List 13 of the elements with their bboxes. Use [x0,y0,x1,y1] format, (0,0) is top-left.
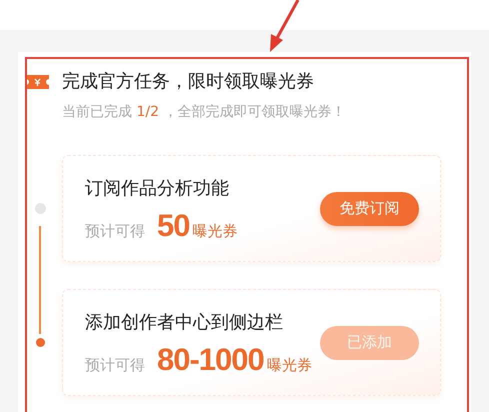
reward-amount: 80-1000 [157,344,264,376]
task-title: 添加创作者中心到侧边栏 [85,310,284,334]
added-button[interactable]: 已添加 [320,326,419,360]
subscribe-button[interactable]: 免费订阅 [320,192,419,226]
reward-label: 预计可得 [85,354,145,376]
reward-unit: 曝光券 [192,220,238,242]
reward-unit: 曝光券 [266,354,312,376]
progress-text: 当前已完成 1/2 ，全部完成即可领取曝光券！ [62,103,346,122]
reward-amount: 50 [157,210,190,242]
ticket-icon [26,75,49,89]
task-title: 订阅作品分析功能 [85,176,230,200]
section-title: 完成官方任务，限时领取曝光券 [62,70,314,94]
reward-label: 预计可得 [85,220,145,242]
